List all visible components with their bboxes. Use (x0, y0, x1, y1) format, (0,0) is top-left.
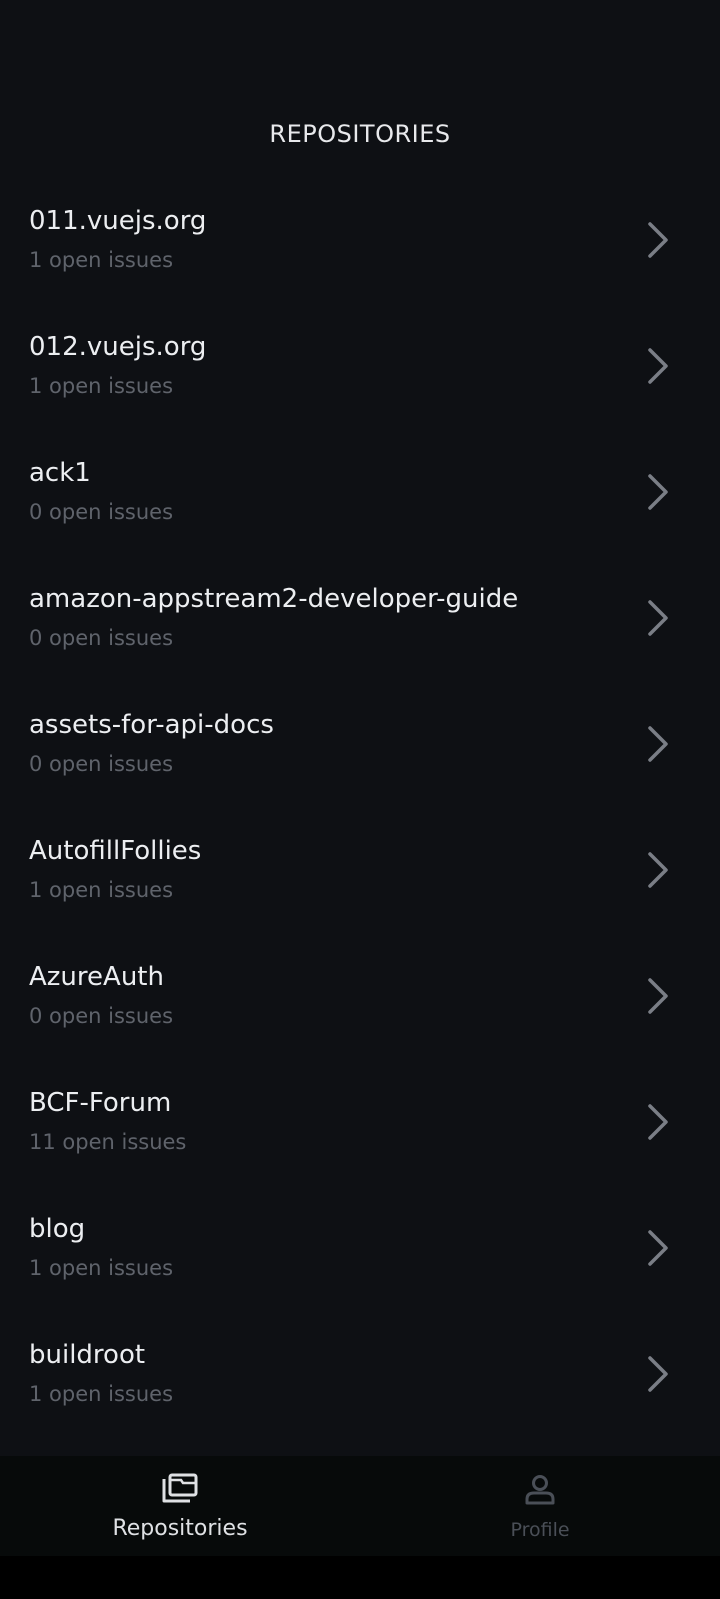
nav-tab-profile[interactable]: Profile (360, 1456, 720, 1556)
folders-icon (162, 1473, 198, 1503)
nav-tab-repositories[interactable]: Repositories (0, 1456, 360, 1556)
chevron-right-icon (648, 1104, 668, 1140)
system-navigation-bar (0, 1556, 720, 1599)
repository-row[interactable]: buildroot 1 open issues (0, 1324, 720, 1450)
repository-name: ack1 (29, 458, 91, 488)
open-issues-count: 1 open issues (29, 374, 174, 398)
chevron-right-icon (648, 222, 668, 258)
repository-row[interactable]: AutofillFollies 1 open issues (0, 820, 720, 946)
repository-row[interactable]: 011.vuejs.org 1 open issues (0, 190, 720, 316)
chevron-right-icon (648, 474, 668, 510)
open-issues-count: 1 open issues (29, 1382, 174, 1406)
repository-row[interactable]: BCF-Forum 11 open issues (0, 1072, 720, 1198)
repository-name: buildroot (29, 1340, 146, 1370)
repository-name: BCF-Forum (29, 1088, 172, 1118)
chevron-right-icon (648, 852, 668, 888)
repository-row[interactable]: AzureAuth 0 open issues (0, 946, 720, 1072)
repository-list: 011.vuejs.org 1 open issues 012.vuejs.or… (0, 190, 720, 1450)
nav-label-profile: Profile (510, 1519, 570, 1541)
person-icon (525, 1475, 555, 1505)
chevron-right-icon (648, 978, 668, 1014)
repository-name: blog (29, 1214, 86, 1244)
open-issues-count: 1 open issues (29, 878, 174, 902)
repository-name: 011.vuejs.org (29, 206, 207, 236)
chevron-right-icon (648, 1230, 668, 1266)
repository-name: assets-for-api-docs (29, 710, 274, 740)
open-issues-count: 1 open issues (29, 248, 174, 272)
repository-name: 012.vuejs.org (29, 332, 207, 362)
chevron-right-icon (648, 1356, 668, 1392)
repository-row[interactable]: blog 1 open issues (0, 1198, 720, 1324)
repository-name: amazon-appstream2-developer-guide (29, 584, 519, 614)
open-issues-count: 0 open issues (29, 1004, 174, 1028)
chevron-right-icon (648, 600, 668, 636)
nav-label-repositories: Repositories (112, 1516, 248, 1541)
repository-name: AzureAuth (29, 962, 164, 992)
repository-row[interactable]: assets-for-api-docs 0 open issues (0, 694, 720, 820)
chevron-right-icon (648, 726, 668, 762)
repository-name: AutofillFollies (29, 836, 202, 866)
open-issues-count: 0 open issues (29, 626, 174, 650)
chevron-right-icon (648, 348, 668, 384)
open-issues-count: 1 open issues (29, 1256, 174, 1280)
app-header: REPOSITORIES (0, 0, 720, 190)
open-issues-count: 0 open issues (29, 752, 174, 776)
open-issues-count: 11 open issues (29, 1130, 187, 1154)
repository-row[interactable]: ack1 0 open issues (0, 442, 720, 568)
bottom-navigation: Repositories Profile (0, 1456, 720, 1556)
open-issues-count: 0 open issues (29, 500, 174, 524)
repository-row[interactable]: 012.vuejs.org 1 open issues (0, 316, 720, 442)
page-title: REPOSITORIES (269, 120, 451, 148)
repository-row[interactable]: amazon-appstream2-developer-guide 0 open… (0, 568, 720, 694)
